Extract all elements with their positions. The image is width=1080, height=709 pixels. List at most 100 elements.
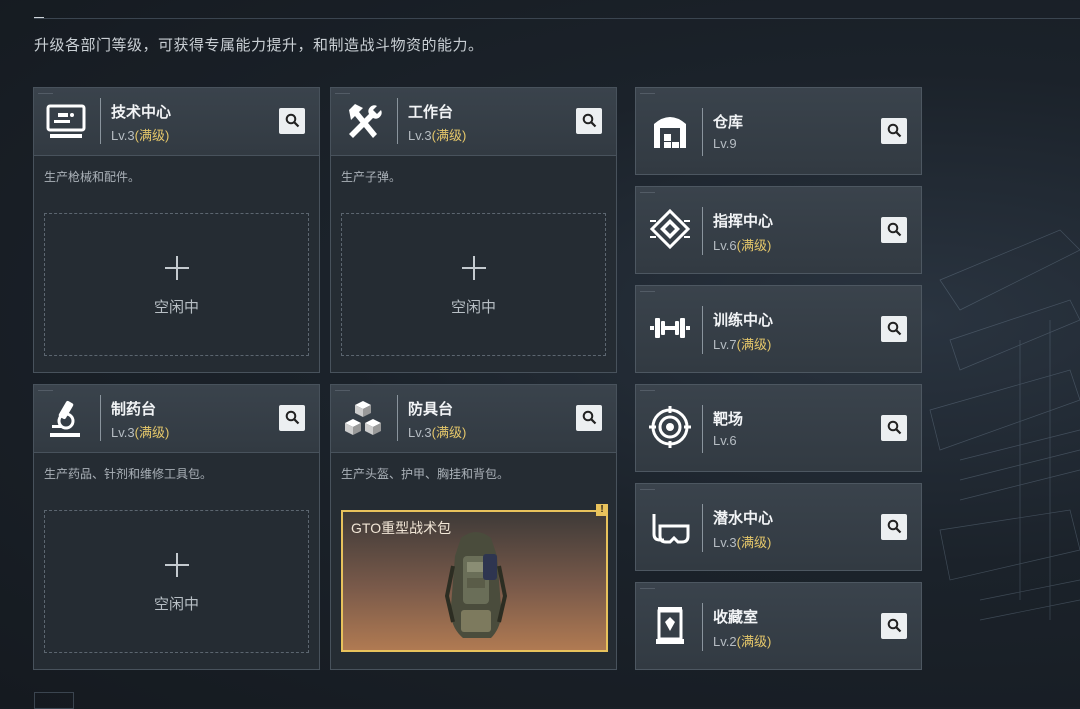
facility-training-center[interactable]: ——— 训练中心 Lv.7(满级) (635, 285, 922, 373)
production-slot[interactable]: 空闲中 (341, 213, 606, 356)
plus-icon (165, 553, 189, 577)
facility-name: 收藏室 (713, 609, 759, 626)
workshop-level: Lv.3(满级) (111, 422, 169, 441)
facility-level: Lv.9 (713, 136, 737, 151)
header-separator (397, 98, 398, 144)
facility-command-center[interactable]: ——— 指挥中心 Lv.6(满级) (635, 186, 922, 274)
header-separator (702, 207, 703, 255)
workshop-card-workbench[interactable]: ——— 工作台 Lv.3(满级) 生产子弹。 空闲中 (330, 87, 617, 373)
level-value: Lv.3 (408, 425, 432, 440)
inspect-button[interactable] (881, 415, 907, 441)
max-level-tag: (满级) (736, 238, 772, 253)
plus-icon (462, 256, 486, 280)
max-level-tag: (满级) (134, 128, 170, 143)
corner-mark: ——— (335, 388, 350, 394)
corner-mark: ——— (38, 388, 53, 394)
level-value: Lv.7 (713, 337, 737, 352)
level-value: Lv.3 (111, 425, 135, 440)
blueprint-decoration (929, 229, 1080, 621)
header-separator (702, 405, 703, 453)
monitor-icon (46, 104, 86, 138)
intro-text: 升级各部门等级，可获得专属能力提升，和制造战斗物资的能力。 (34, 37, 484, 54)
card-header: ——— 工作台 Lv.3(满级) (331, 88, 616, 156)
tools-icon (349, 104, 382, 138)
inspect-button[interactable] (576, 108, 602, 134)
facility-level: Lv.3(满级) (713, 532, 771, 551)
top-divider (34, 18, 1080, 19)
warehouse-icon (654, 117, 686, 148)
workshop-description: 生产子弹。 (341, 170, 402, 184)
alert-badge: ! (596, 504, 608, 516)
corner-mark: ——— (38, 91, 53, 97)
search-icon (582, 113, 597, 128)
facility-level: Lv.2(满级) (713, 631, 771, 650)
header-separator (702, 603, 703, 651)
search-icon (887, 321, 902, 336)
inspect-button[interactable] (279, 405, 305, 431)
trophy-case-icon (656, 607, 684, 644)
corner-mark: ——— (640, 388, 655, 394)
slot-status: 空闲中 (450, 299, 496, 316)
slot-status: 空闲中 (153, 299, 199, 316)
facility-name: 靶场 (713, 411, 744, 428)
workshop-card-tech-center[interactable]: ——— 技术中心 Lv.3(满级) 生产枪械和配件。 空闲中 (33, 87, 320, 373)
level-value: Lv.3 (111, 128, 135, 143)
header-separator (100, 395, 101, 441)
corner-mark: ——— (640, 487, 655, 493)
inspect-button[interactable] (881, 316, 907, 342)
production-slot[interactable]: 空闲中 (44, 510, 309, 653)
workshop-name: 工作台 (408, 104, 454, 121)
search-icon (582, 410, 597, 425)
workshop-name: 技术中心 (111, 104, 172, 121)
header-separator (397, 395, 398, 441)
workshop-card-pharmacy[interactable]: ——— 制药台 Lv.3(满级) 生产药品、针剂和维修工具包。 空闲中 (33, 384, 320, 670)
level-value: Lv.9 (713, 136, 737, 151)
production-item-card[interactable]: GTO重型战术包 ! (341, 504, 608, 652)
workshop-description: 生产枪械和配件。 (44, 170, 141, 184)
bottom-decoration (34, 692, 74, 709)
header-separator (702, 306, 703, 354)
workshop-card-armor-bench[interactable]: ——— 防具台 Lv.3(满级) 生产头盔、护甲、胸挂和背包。 GTO重型战术包… (330, 384, 617, 670)
workshop-name: 防具台 (408, 401, 454, 418)
inspect-button[interactable] (279, 108, 305, 134)
inspect-button[interactable] (881, 613, 907, 639)
facility-level: Lv.6 (713, 433, 737, 448)
inspect-button[interactable] (576, 405, 602, 431)
cubes-icon (345, 401, 381, 435)
facility-warehouse[interactable]: ——— 仓库 Lv.9 (635, 87, 922, 175)
facility-name: 指挥中心 (713, 213, 774, 230)
search-icon (887, 618, 902, 633)
level-value: Lv.6 (713, 433, 737, 448)
production-slot[interactable]: 空闲中 (44, 213, 309, 356)
dive-mask-icon (652, 514, 690, 544)
inspect-button[interactable] (881, 217, 907, 243)
plus-icon (165, 256, 189, 280)
max-level-tag: (满级) (736, 535, 772, 550)
max-level-tag: (满级) (134, 425, 170, 440)
search-icon (887, 420, 902, 435)
level-value: Lv.6 (713, 238, 737, 253)
search-icon (887, 222, 902, 237)
card-header: ——— 技术中心 Lv.3(满级) (34, 88, 319, 156)
workshop-level: Lv.3(满级) (408, 422, 466, 441)
max-level-tag: (满级) (736, 337, 772, 352)
facility-collection-room[interactable]: ——— 收藏室 Lv.2(满级) (635, 582, 922, 670)
header-separator (702, 108, 703, 156)
facility-level: Lv.7(满级) (713, 334, 771, 353)
search-icon (887, 123, 902, 138)
search-icon (285, 113, 300, 128)
max-level-tag: (满级) (431, 425, 467, 440)
facility-diving-center[interactable]: ——— 潜水中心 Lv.3(满级) (635, 483, 922, 571)
inspect-button[interactable] (881, 514, 907, 540)
corner-mark: ——— (640, 190, 655, 196)
card-header: ——— 制药台 Lv.3(满级) (34, 385, 319, 453)
workshop-level: Lv.3(满级) (111, 125, 169, 144)
inspect-button[interactable] (881, 118, 907, 144)
workshop-description: 生产头盔、护甲、胸挂和背包。 (341, 467, 510, 481)
command-chip-icon (649, 208, 691, 250)
max-level-tag: (满级) (431, 128, 467, 143)
search-icon (285, 410, 300, 425)
level-value: Lv.3 (408, 128, 432, 143)
level-value: Lv.3 (713, 535, 737, 550)
facility-shooting-range[interactable]: ——— 靶场 Lv.6 (635, 384, 922, 472)
